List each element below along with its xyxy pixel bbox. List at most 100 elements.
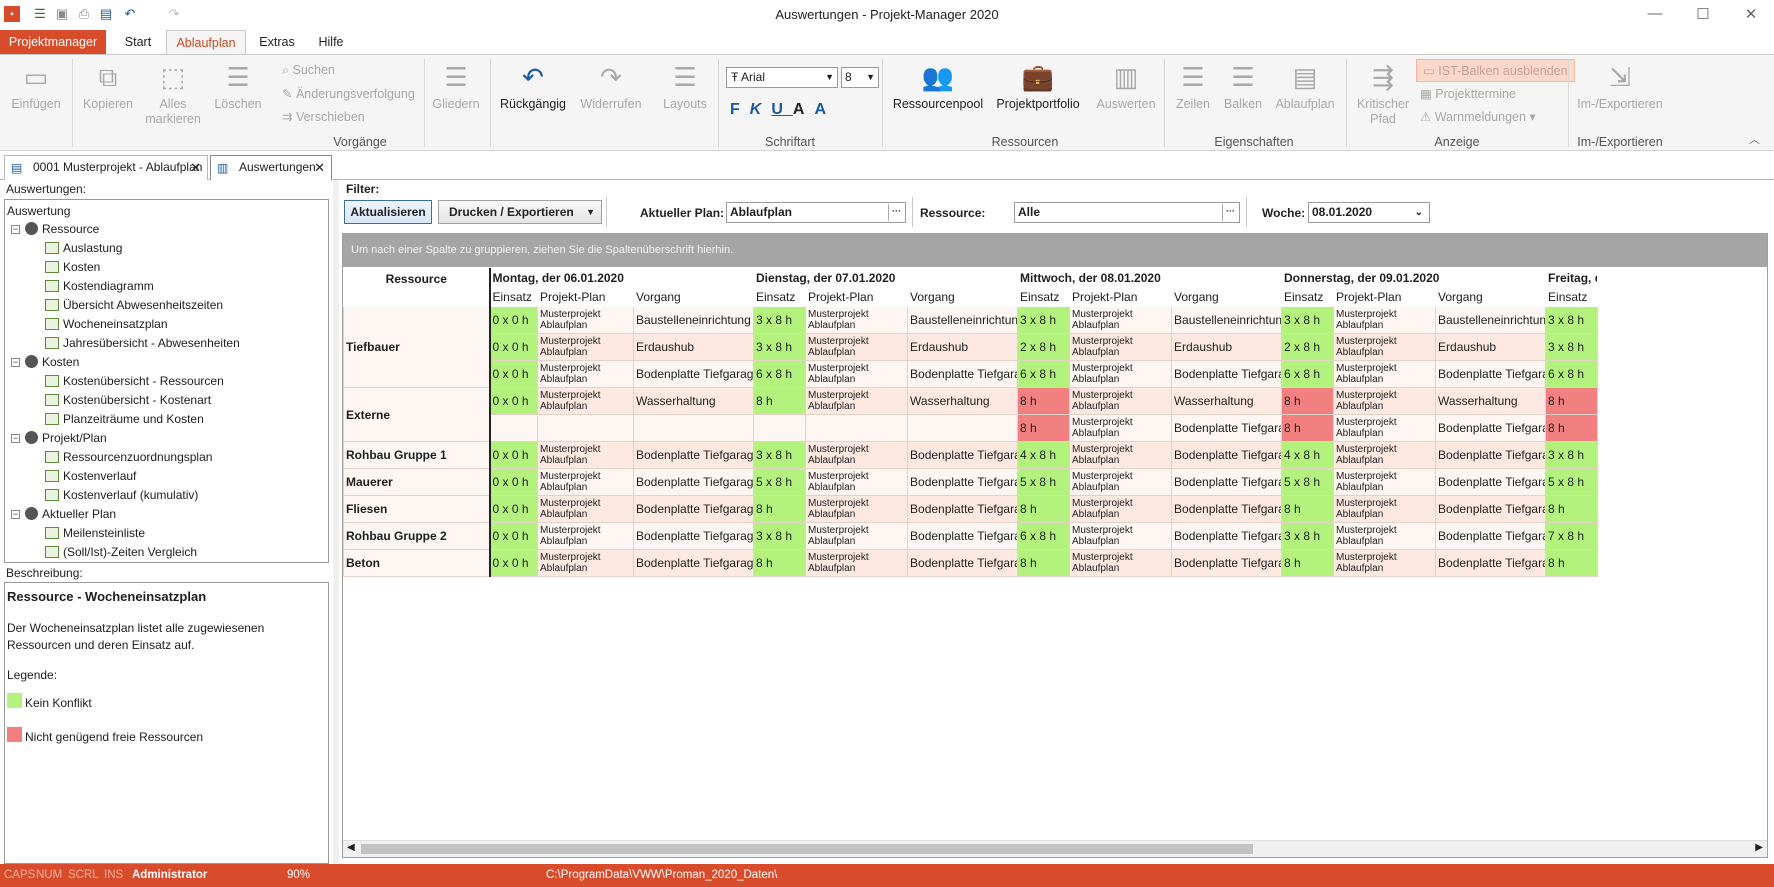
tree-item[interactable]: Kostenübersicht - Kostenart [45,391,211,409]
ellipsis-button[interactable]: ··· [888,204,904,221]
rueckgaengig-button[interactable]: ↶ Rückgängig [494,61,572,112]
kopieren-button[interactable]: ⧉ Kopieren [78,61,138,112]
projektportfolio-button[interactable]: 💼 Projektportfolio [990,61,1086,112]
table-row[interactable]: Tiefbauer 0 x 0 h Musterprojekt Ablaufplan… [343,306,1599,388]
balken-button[interactable]: ☰ Balken [1218,61,1268,112]
table-row[interactable]: Externe 0 x 0 h Musterprojekt Ablaufplan Wa… [343,387,1599,442]
subcolumn-header[interactable]: Projekt-Plan [537,287,634,307]
kritischer-pfad-button[interactable]: ⇶ Kritischer Pfad [1350,61,1416,127]
subcolumn-header[interactable]: Vorgang [907,287,1019,307]
subcolumn-header[interactable]: Einsatz [1017,287,1071,307]
font-size-select[interactable]: 8 ▼ [841,67,879,88]
close-tab-icon[interactable]: ✕ [190,156,201,179]
tree-group[interactable]: Ressource [25,220,99,238]
subcolumn-header[interactable]: Einsatz [753,287,807,307]
tab-ablaufplan[interactable]: Ablaufplan [166,30,246,55]
day-header[interactable]: Mittwoch, der 08.01.2020 [1017,268,1283,288]
alles-markieren-button[interactable]: ⬚ Alles markieren [142,61,204,127]
loeschen-button[interactable]: ☰ Löschen [208,61,268,112]
tab-start[interactable]: Start [116,30,160,54]
tree-group[interactable]: Aktueller Plan [25,505,116,523]
subcolumn-header[interactable]: Projekt-Plan [1333,287,1437,307]
tree-item[interactable]: Wocheneinsatzplan [45,315,168,333]
tree-toggle-icon[interactable]: − [11,510,20,519]
file-menu[interactable]: Projektmanager [0,30,106,54]
tree-item[interactable]: Planzeiträume und Kosten [45,410,204,428]
maximize-icon[interactable]: ☐ [1688,5,1718,23]
scroll-left-icon[interactable]: ◀ [347,842,355,853]
font-color-icon[interactable]: A [814,101,836,118]
tree-item[interactable]: Meilensteinliste [45,524,145,542]
subcolumn-header[interactable]: Einsatz [1281,287,1335,307]
highlight-icon[interactable]: A [793,101,815,118]
minimize-icon[interactable]: — [1640,5,1670,22]
tab-auswertungen[interactable]: ▥ Auswertungen ✕ [210,155,332,180]
tree-toggle-icon[interactable]: − [11,358,20,367]
subcolumn-header[interactable]: Projekt-Plan [1069,287,1173,307]
tree-group[interactable]: Kosten [25,353,79,371]
ressourcenpool-button[interactable]: 👥 Ressourcenpool [890,61,986,112]
subcolumn-header[interactable]: Vorgang [632,287,755,307]
auswerten-button[interactable]: ▥ Auswerten [1090,61,1162,112]
tree-item[interactable]: Kostenverlauf (kumulativ) [45,486,198,504]
tree-item[interactable]: Ressourcenzuordnungsplan [45,448,212,466]
table-row[interactable]: Rohbau Gruppe 10 x 0 h Musterprojekt Abla… [343,441,1599,469]
tab-musterprojekt[interactable]: ▤ 0001 Musterprojekt - Ablaufplan ✕ [4,155,208,180]
scroll-right-icon[interactable]: ▶ [1755,842,1763,853]
tree-item[interactable]: (Soll/Ist)-Zeiten Vergleich [45,543,197,561]
im-export-button[interactable]: ⇲ Im-/Exportieren [1572,61,1668,112]
ist-balken-button[interactable]: ▭ IST-Balken ausblenden [1416,59,1575,82]
tree-root[interactable]: Auswertung [7,202,70,220]
table-row[interactable]: Beton 0 x 0 h Musterprojekt Ablaufplan Bode… [343,549,1599,577]
close-icon[interactable]: ✕ [1736,5,1766,23]
table-row[interactable]: Fliesen 0 x 0 h Musterprojekt Ablaufplan Bo… [343,495,1599,523]
font-name-select[interactable]: Ŧ Arial ▼ [726,67,838,88]
tree-group[interactable]: Projekt/Plan [25,429,107,447]
layouts-button[interactable]: ☰ Layouts [654,61,716,112]
subcolumn-header[interactable]: Einsatz [1545,287,1599,307]
day-header[interactable]: Freitag, der 10.01.2020 [1545,268,1599,288]
projekttermine-button[interactable]: ▦ Projekttermine [1420,86,1516,101]
subcolumn-header[interactable]: Projekt-Plan [805,287,909,307]
table-row[interactable]: Mauerer 0 x 0 h Musterprojekt Ablaufplan Bo… [343,468,1599,496]
gliedern-button[interactable]: ☰ Gliedern [428,61,484,112]
week-select[interactable]: 08.01.2020 ⌄ [1308,202,1430,223]
italic-icon[interactable]: K [750,101,772,118]
tree-toggle-icon[interactable]: − [11,434,20,443]
day-header[interactable]: Donnerstag, der 09.01.2020 [1281,268,1547,288]
tree-item[interactable]: Übersicht Abwesenheitszeiten [45,296,223,314]
table-row[interactable]: 0 x 0 h Musterprojekt Ablaufplan Bodenplat… [344,360,1599,388]
close-tab-icon[interactable]: ✕ [314,156,325,179]
warnmeldungen-button[interactable]: ⚠ Warnmeldungen ▾ [1420,109,1536,124]
zeilen-button[interactable]: ☰ Zeilen [1168,61,1218,112]
table-row[interactable]: 0 x 0 h Musterprojekt Ablaufplan Erdaushub… [344,333,1599,361]
aktualisieren-button[interactable]: Aktualisieren [344,200,432,224]
tree-item[interactable]: Kostendiagramm [45,277,154,295]
tab-extras[interactable]: Extras [254,30,300,54]
ellipsis-button[interactable]: ··· [1222,204,1238,221]
underline-icon[interactable]: U [771,101,793,118]
subcolumn-header[interactable]: Einsatz [489,287,538,307]
resource-column-header[interactable]: Ressource [343,268,491,307]
tree-item[interactable]: Kostenverlauf [45,467,136,485]
table-row[interactable]: 8 h Musterprojekt Ablaufplan Bodenplatte T… [344,414,1599,442]
tree-toggle-icon[interactable]: − [11,225,20,234]
scrollbar-thumb[interactable] [361,844,1253,854]
tree-item[interactable]: Jahresübersicht - Abwesenheiten [45,334,240,352]
aenderungsverfolgung-button[interactable]: ✎ Änderungsverfolgung [282,86,415,101]
panel-splitter[interactable] [333,180,339,864]
einfuegen-button[interactable]: ▭ Einfügen [6,61,66,112]
tree-item[interactable]: Kosten [45,258,100,276]
tree-item[interactable]: Auslastung [45,239,122,257]
subcolumn-header[interactable]: Vorgang [1435,287,1547,307]
day-header[interactable]: Montag, der 06.01.2020 [488,268,755,288]
tab-hilfe[interactable]: Hilfe [308,30,354,54]
tree-item[interactable]: Kostenübersicht - Ressourcen [45,372,224,390]
ablaufplan-button[interactable]: ▤ Ablaufplan [1270,61,1340,112]
day-header[interactable]: Dienstag, der 07.01.2020 [753,268,1019,288]
drucken-exportieren-button[interactable]: Drucken / Exportieren ▼ [438,200,602,224]
horizontal-scrollbar[interactable]: ◀ ▶ [343,840,1767,857]
verschieben-button[interactable]: ⇉ Verschieben [282,109,365,124]
table-row[interactable]: Rohbau Gruppe 20 x 0 h Musterprojekt Abla… [343,522,1599,550]
bold-icon[interactable]: F [730,101,750,118]
